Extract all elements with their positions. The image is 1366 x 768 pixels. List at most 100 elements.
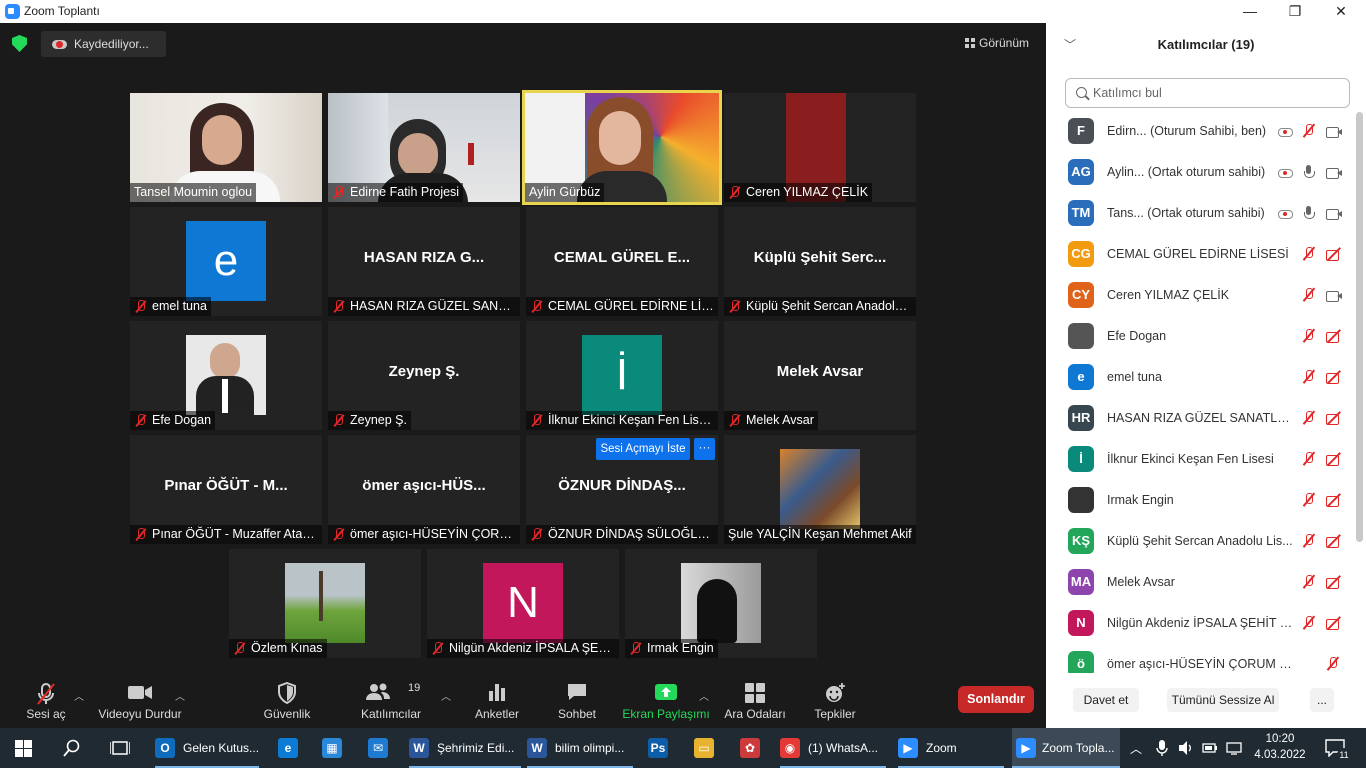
- video-tile[interactable]: Küplü Şehit Serc... Küplü Şehit Sercan An…: [724, 207, 916, 316]
- task-view-icon[interactable]: [110, 739, 130, 757]
- muted-mic-icon[interactable]: [1326, 656, 1340, 672]
- participant-row[interactable]: CG CEMAL GÜREL EDİRNE LİSESİ: [1046, 234, 1356, 275]
- muted-mic-icon[interactable]: [1302, 410, 1316, 426]
- video-camera-icon[interactable]: [1326, 287, 1343, 303]
- video-tile[interactable]: Efe Dogan: [130, 321, 322, 430]
- minimize-button[interactable]: —: [1235, 2, 1265, 21]
- participant-row[interactable]: Efe Dogan: [1046, 316, 1356, 357]
- close-button[interactable]: ✕: [1326, 2, 1356, 21]
- video-off-icon[interactable]: [1326, 533, 1343, 549]
- participant-list-scrollbar[interactable]: [1356, 112, 1363, 542]
- muted-mic-icon[interactable]: [1302, 287, 1316, 303]
- muted-mic-icon[interactable]: [1302, 574, 1316, 590]
- participant-row[interactable]: HR HASAN RIZA GÜZEL SANATLAR...: [1046, 398, 1356, 439]
- video-tile[interactable]: Tansel Moumin oglou: [130, 93, 322, 202]
- video-tile[interactable]: Irmak Engin: [625, 549, 817, 658]
- participants-button[interactable]: 19 Katılımcılar: [358, 680, 424, 721]
- windows-start-icon[interactable]: [15, 740, 32, 757]
- muted-mic-icon[interactable]: [1302, 246, 1316, 262]
- chat-button[interactable]: Sohbet: [552, 680, 602, 721]
- share-screen-button[interactable]: Ekran Paylaşımı: [622, 680, 710, 721]
- video-off-icon[interactable]: [1326, 492, 1343, 508]
- video-off-icon[interactable]: [1326, 615, 1343, 631]
- video-tile[interactable]: Şule YALÇİN Keşan Mehmet Akif: [724, 435, 916, 544]
- video-tile[interactable]: e emel tuna: [130, 207, 322, 316]
- mute-all-button[interactable]: Tümünü Sessize Al: [1167, 688, 1279, 712]
- muted-mic-icon[interactable]: [1302, 451, 1316, 467]
- taskbar-app[interactable]: W Şehrimiz Edi...: [409, 728, 521, 768]
- taskbar-app[interactable]: ▦: [322, 728, 348, 768]
- participant-row[interactable]: N Nilgün Akdeniz İPSALA ŞEHİT E...: [1046, 603, 1356, 644]
- video-tile[interactable]: ömer aşıcı-HÜS... ömer aşıcı-HÜSEYİN ÇORU…: [328, 435, 520, 544]
- invite-button[interactable]: Davet et: [1073, 688, 1139, 712]
- muted-mic-icon[interactable]: [1302, 533, 1316, 549]
- video-options-caret-icon[interactable]: ︿: [175, 688, 185, 703]
- video-off-icon[interactable]: [1326, 369, 1343, 385]
- tray-volume-icon[interactable]: [1178, 740, 1194, 756]
- tile-more-button[interactable]: ···: [694, 438, 715, 460]
- end-meeting-button[interactable]: Sonlandır: [958, 686, 1034, 713]
- muted-mic-icon[interactable]: [1302, 492, 1316, 508]
- taskbar-app[interactable]: ✉: [368, 728, 394, 768]
- participant-row[interactable]: MA Melek Avsar: [1046, 562, 1356, 603]
- muted-mic-icon[interactable]: [1302, 369, 1316, 385]
- tray-battery-icon[interactable]: [1202, 741, 1218, 755]
- reactions-button[interactable]: Tepkiler: [810, 680, 860, 721]
- video-tile[interactable]: CEMAL GÜREL E... CEMAL GÜREL EDİRNE LİSES…: [526, 207, 718, 316]
- mic-icon[interactable]: [1302, 205, 1316, 221]
- participant-row[interactable]: TM Tans... (Ortak oturum sahibi): [1046, 193, 1356, 234]
- video-tile[interactable]: Aylin Gürbüz: [522, 90, 722, 205]
- security-button[interactable]: Güvenlik: [258, 680, 316, 721]
- taskbar-app[interactable]: ▶ Zoom: [898, 728, 1004, 768]
- participant-search-input[interactable]: Katılımcı bul: [1065, 78, 1350, 108]
- video-camera-icon[interactable]: [1326, 205, 1343, 221]
- participant-row[interactable]: ö ömer aşıcı-HÜSEYİN ÇORUM MTAL...: [1046, 644, 1356, 673]
- video-tile[interactable]: Zeynep Ş. Zeynep Ş.: [328, 321, 520, 430]
- video-off-icon[interactable]: [1326, 451, 1343, 467]
- muted-mic-icon[interactable]: [1302, 328, 1316, 344]
- recording-indicator[interactable]: Kaydediliyor...: [41, 31, 166, 57]
- ask-to-unmute-button[interactable]: Sesi Açmayı İste: [596, 438, 690, 460]
- participant-row[interactable]: İ İlknur Ekinci Keşan Fen Lisesi: [1046, 439, 1356, 480]
- video-tile[interactable]: Özlem Kınas: [229, 549, 421, 658]
- tray-chevron-icon[interactable]: ︿: [1130, 740, 1142, 757]
- muted-mic-icon[interactable]: [1302, 615, 1316, 631]
- video-tile[interactable]: Edirne Fatih Projesi: [328, 93, 520, 202]
- taskbar-app[interactable]: e: [278, 728, 304, 768]
- participant-row[interactable]: Irmak Engin: [1046, 480, 1356, 521]
- video-off-icon[interactable]: [1326, 246, 1343, 262]
- breakout-rooms-button[interactable]: Ara Odaları: [722, 680, 788, 721]
- video-tile[interactable]: Pınar ÖĞÜT - M... Pınar ÖĞÜT - Muzaffer A…: [130, 435, 322, 544]
- video-camera-icon[interactable]: [1326, 164, 1343, 180]
- unmute-button[interactable]: Sesi aç: [24, 680, 68, 721]
- taskbar-app[interactable]: ◉ (1) WhatsA...: [780, 728, 886, 768]
- participant-row[interactable]: F Edirn... (Oturum Sahibi, ben): [1046, 111, 1356, 152]
- participant-row[interactable]: AG Aylin... (Ortak oturum sahibi): [1046, 152, 1356, 193]
- taskbar-clock[interactable]: 10:20 4.03.2022: [1250, 731, 1310, 763]
- view-button[interactable]: Görünüm: [957, 32, 1037, 54]
- taskbar-app[interactable]: ▭: [694, 728, 720, 768]
- taskbar-app[interactable]: ▶ Zoom Topla...: [1012, 728, 1120, 768]
- participant-row[interactable]: KŞ Küplü Şehit Sercan Anadolu Lis...: [1046, 521, 1356, 562]
- audio-options-caret-icon[interactable]: ︿: [74, 688, 84, 703]
- participant-row[interactable]: CY Ceren YILMAZ ÇELİK: [1046, 275, 1356, 316]
- maximize-button[interactable]: ❐: [1280, 2, 1310, 21]
- video-off-icon[interactable]: [1326, 328, 1343, 344]
- collapse-chevron-icon[interactable]: ﹀: [1064, 23, 1076, 67]
- video-tile[interactable]: İ İlknur Ekinci Keşan Fen Lisesi: [526, 321, 718, 430]
- video-tile[interactable]: N Nilgün Akdeniz İPSALA ŞEHİT: [427, 549, 619, 658]
- panel-more-button[interactable]: ...: [1310, 688, 1334, 712]
- participants-caret-icon[interactable]: ︿: [441, 688, 451, 703]
- encryption-shield-icon[interactable]: [12, 35, 27, 52]
- mic-icon[interactable]: [1302, 164, 1316, 180]
- taskbar-app[interactable]: ✿: [740, 728, 766, 768]
- video-tile[interactable]: Ceren YILMAZ ÇELİK: [724, 93, 916, 202]
- share-options-caret-icon[interactable]: ︿: [699, 688, 709, 703]
- tray-network-icon[interactable]: [1226, 740, 1242, 756]
- video-off-icon[interactable]: [1326, 410, 1343, 426]
- video-off-icon[interactable]: [1326, 574, 1343, 590]
- tray-mic-icon[interactable]: [1156, 740, 1168, 756]
- taskbar-search-icon[interactable]: [63, 739, 81, 757]
- video-tile[interactable]: HASAN RIZA G... HASAN RIZA GÜZEL SANATLAR…: [328, 207, 520, 316]
- taskbar-app[interactable]: Wbilim olimpi...: [527, 728, 633, 768]
